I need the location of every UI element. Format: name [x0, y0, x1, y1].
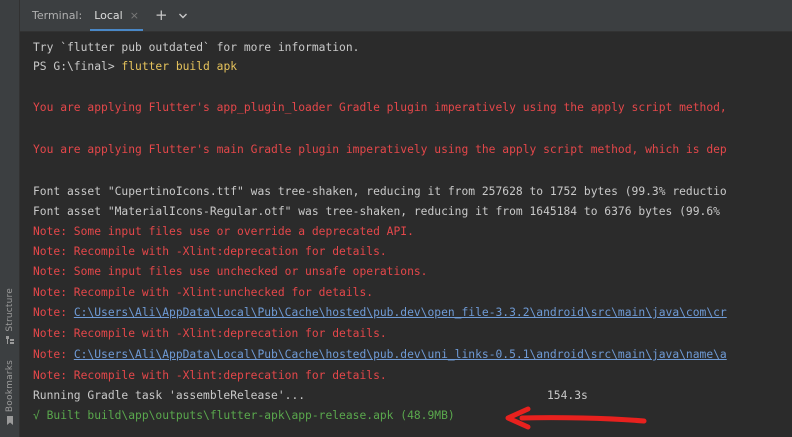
- note-line: Note: Recompile with -Xlint:deprecation …: [33, 245, 387, 258]
- note-line: Note: C:\Users\Ali\AppData\Local\Pub\Cac…: [33, 348, 727, 362]
- terminal-output[interactable]: Try `flutter pub outdated` for more info…: [20, 31, 792, 437]
- ide-window: Structure Bookmarks Terminal: Local × +: [0, 0, 792, 437]
- bookmarks-label: Bookmarks: [4, 360, 15, 413]
- elapsed-time: 154.3s: [547, 389, 588, 402]
- output-line: Try `flutter pub outdated` for more info…: [33, 41, 360, 54]
- prompt-line: PS G:\final> flutter build apk: [33, 60, 237, 74]
- note-prefix: Note:: [33, 348, 74, 361]
- annotation-arrow-icon: [505, 406, 647, 430]
- structure-label: Structure: [4, 288, 15, 332]
- tab-local-label: Local: [94, 9, 123, 22]
- note-line: Note: Recompile with -Xlint:unchecked fo…: [33, 286, 374, 299]
- output-line: Font asset "MaterialIcons-Regular.otf" w…: [33, 205, 720, 218]
- add-tab-icon[interactable]: +: [155, 8, 168, 23]
- warning-line: You are applying Flutter's app_plugin_lo…: [33, 101, 727, 114]
- note-line: Note: Recompile with -Xlint:deprecation …: [33, 327, 387, 340]
- tab-local[interactable]: Local ×: [90, 0, 143, 31]
- bookmarks-tool-tab[interactable]: Bookmarks: [0, 360, 19, 426]
- warning-line: You are applying Flutter's main Gradle p…: [33, 143, 727, 156]
- output-line: Font asset "CupertinoIcons.ttf" was tree…: [33, 185, 727, 198]
- note-line: Note: Recompile with -Xlint:deprecation …: [33, 369, 387, 382]
- file-path-link[interactable]: C:\Users\Ali\AppData\Local\Pub\Cache\hos…: [74, 306, 727, 319]
- chevron-down-icon[interactable]: [178, 11, 188, 21]
- structure-icon: [5, 335, 14, 344]
- gradle-task-line: Running Gradle task 'assembleRelease'...: [33, 389, 306, 402]
- command-text: flutter build apk: [121, 60, 238, 73]
- build-success-line: √ Built build\app\outputs\flutter-apk\ap…: [33, 409, 455, 422]
- note-line: Note: Some input files use unchecked or …: [33, 265, 428, 278]
- left-tool-strip: Structure Bookmarks: [0, 0, 20, 437]
- prompt: PS G:\final>: [33, 60, 122, 73]
- note-line: Note: C:\Users\Ali\AppData\Local\Pub\Cac…: [33, 306, 727, 320]
- terminal-title: Terminal:: [32, 9, 83, 22]
- structure-tool-tab[interactable]: Structure: [0, 288, 19, 345]
- note-line: Note: Some input files use or override a…: [33, 225, 414, 238]
- note-prefix: Note:: [33, 306, 74, 319]
- file-path-link[interactable]: C:\Users\Ali\AppData\Local\Pub\Cache\hos…: [74, 348, 727, 361]
- bookmark-icon: [6, 416, 13, 426]
- terminal-header: Terminal: Local × +: [20, 0, 792, 32]
- close-icon[interactable]: ×: [130, 9, 139, 22]
